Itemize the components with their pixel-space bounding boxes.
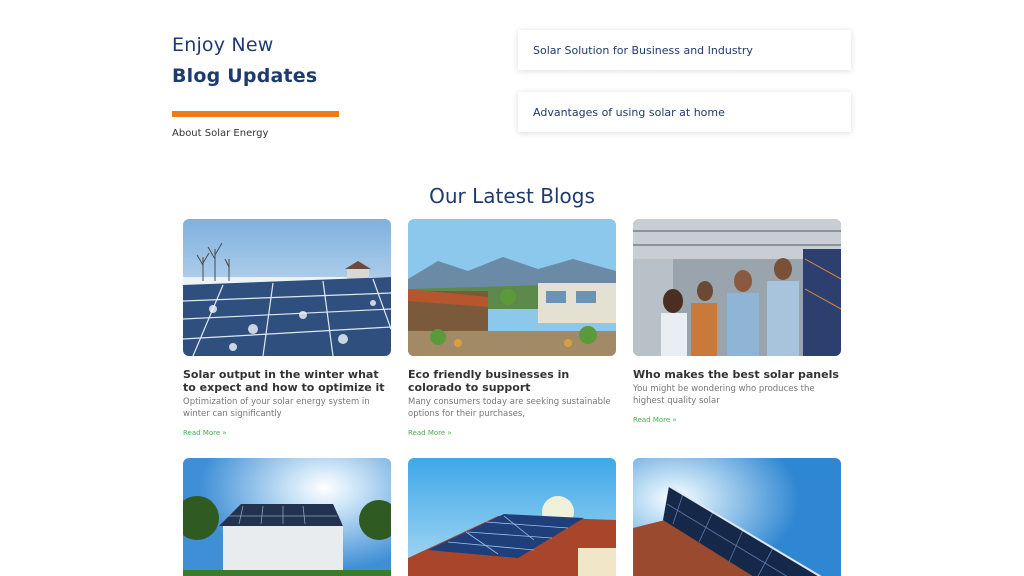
hero-subtitle: About Solar Energy	[172, 128, 269, 139]
blog-card	[633, 458, 841, 576]
blog-title[interactable]: Solar output in the winter what to expec…	[183, 368, 391, 394]
blog-image-mountain-market[interactable]	[408, 219, 616, 356]
blog-image-solar-panel-closeup[interactable]	[633, 458, 841, 576]
section-title: Our Latest Blogs	[429, 184, 595, 208]
blog-image-factory-workers[interactable]	[633, 219, 841, 356]
blog-image-tiled-roof-solar[interactable]	[408, 458, 616, 576]
blog-excerpt: Many consumers today are seeking sustain…	[408, 397, 611, 419]
topic-card-home[interactable]: Advantages of using solar at home	[518, 92, 851, 132]
blog-image-snowy-solar-field[interactable]	[183, 219, 391, 356]
read-more-link[interactable]: Read More »	[408, 429, 452, 437]
topic-card-business[interactable]: Solar Solution for Business and Industry	[518, 30, 851, 70]
blog-card	[408, 458, 616, 576]
blog-card: Eco friendly businesses in colorado to s…	[408, 219, 616, 439]
blog-title[interactable]: Eco friendly businesses in colorado to s…	[408, 368, 616, 394]
read-more-link[interactable]: Read More »	[183, 429, 227, 437]
hero-title-line-2: Blog Updates	[172, 65, 318, 87]
blog-title[interactable]: Who makes the best solar panels	[633, 368, 841, 381]
blog-card: Who makes the best solar panels You migh…	[633, 219, 841, 426]
blog-excerpt: Optimization of your solar energy system…	[183, 397, 370, 419]
hero-accent-bar	[172, 111, 339, 117]
blog-excerpt: You might be wondering who produces the …	[633, 384, 815, 406]
read-more-link[interactable]: Read More »	[633, 416, 677, 424]
blog-image-house-solar-roof[interactable]	[183, 458, 391, 576]
hero-title-line-1: Enjoy New	[172, 34, 274, 56]
blog-card: Solar output in the winter what to expec…	[183, 219, 391, 439]
blog-card	[183, 458, 391, 576]
